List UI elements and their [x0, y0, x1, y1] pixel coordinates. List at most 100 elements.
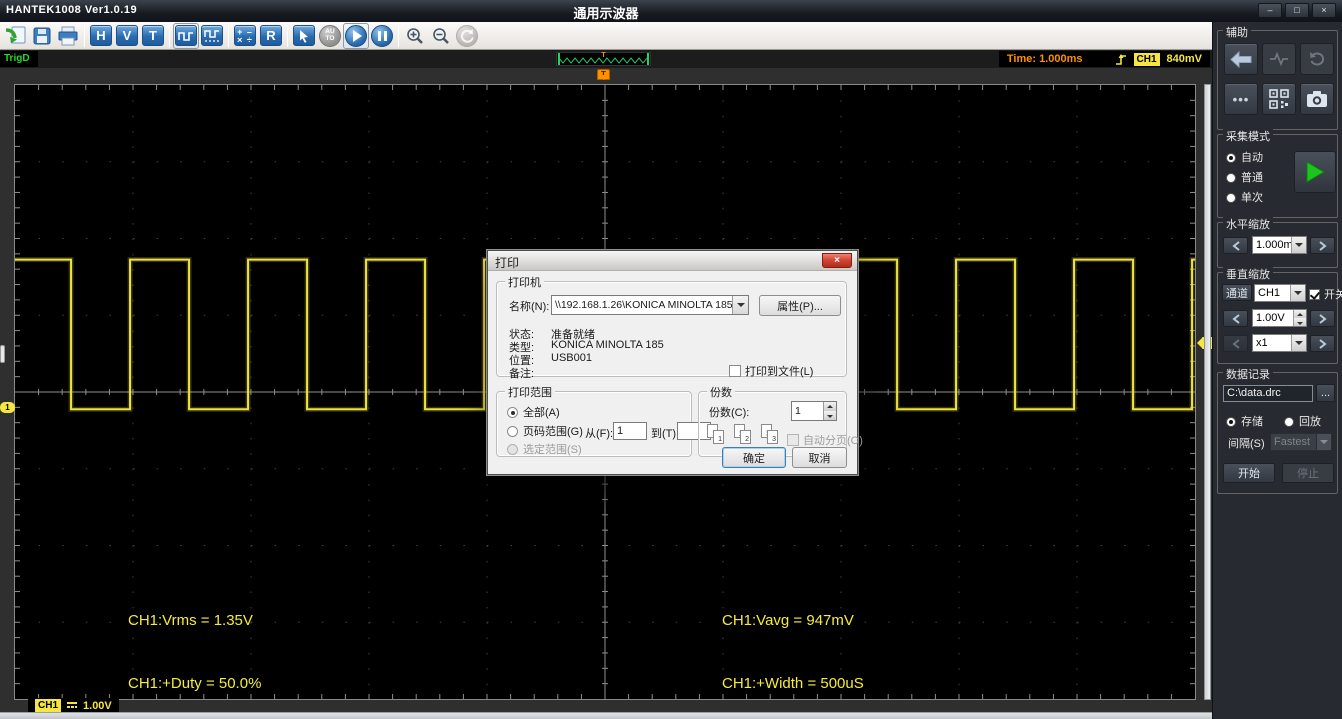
- printer-properties-button[interactable]: 属性(P)...: [759, 295, 841, 316]
- record-stop-button[interactable]: 停止: [1282, 463, 1334, 483]
- print-range-group: 打印范围 全部(A) 页码范围(G) 从(F): 1 到(T): 选定范围(S): [496, 391, 692, 457]
- zoom-in-button[interactable]: [402, 23, 428, 49]
- cursor-select-button[interactable]: [291, 23, 317, 49]
- waveform-preview[interactable]: T: [556, 52, 651, 66]
- volts-increase-button[interactable]: [1310, 310, 1335, 327]
- ok-button[interactable]: 确定: [722, 447, 786, 468]
- measurement-line: CH1:+Duty = 50.0%: [128, 673, 276, 694]
- channel1-scale-badge: CH1 1.00V: [28, 698, 119, 713]
- volts-decrease-button[interactable]: [1223, 310, 1248, 327]
- record-mode-replay-radio[interactable]: 回放: [1284, 413, 1321, 429]
- group-title: 垂直缩放: [1223, 266, 1273, 282]
- horizontal-cursor-button[interactable]: H: [88, 23, 114, 49]
- range-selection-radio[interactable]: 选定范围(S): [507, 441, 582, 457]
- collate-pages-icon: 1 1 2 2 3 3: [707, 424, 781, 448]
- volts-per-div-spinner[interactable]: 1.00V: [1252, 309, 1307, 327]
- range-from-field[interactable]: 1: [613, 422, 647, 440]
- printer-comment-label: 备注:: [509, 365, 534, 381]
- trigger-cursor-button[interactable]: T: [140, 23, 166, 49]
- copies-count-spinner[interactable]: 1: [791, 401, 837, 421]
- group-title: 辅助: [1223, 24, 1251, 40]
- timebase-label: Time: 1.000ms: [1007, 53, 1083, 65]
- group-title: 采集模式: [1223, 128, 1273, 144]
- radio-icon: [1226, 153, 1236, 163]
- radio-icon: [1284, 417, 1294, 427]
- window-controls: – □ ×: [1258, 3, 1336, 18]
- horizontal-scale-group: 水平缩放 1.000ms: [1217, 222, 1338, 268]
- undo-button[interactable]: [1300, 43, 1334, 75]
- measurement-line: CH1:Vavg = 947mV: [722, 610, 868, 631]
- probe-ratio-select[interactable]: x1: [1252, 334, 1307, 352]
- horizontal-scrollbar[interactable]: [0, 712, 1212, 719]
- timebase-select[interactable]: 1.000ms: [1252, 236, 1307, 254]
- spinner-arrows-icon: [1293, 310, 1306, 326]
- acq-mode-single-radio[interactable]: 单次: [1226, 189, 1263, 205]
- close-button[interactable]: ×: [1312, 3, 1336, 18]
- undo-icon: [1308, 51, 1326, 67]
- reference-wave-button[interactable]: R: [258, 23, 284, 49]
- back-button[interactable]: [1224, 43, 1258, 75]
- h-letter-icon: H: [90, 25, 112, 46]
- zoom-out-icon: [431, 26, 451, 46]
- pause-icon: [371, 25, 393, 47]
- qr-code-button[interactable]: [1262, 83, 1296, 115]
- probe-increase-button[interactable]: [1310, 335, 1335, 352]
- waveform-tool-button[interactable]: [1262, 43, 1296, 75]
- trigger-source-badge: CH1: [1134, 53, 1160, 66]
- auto-setup-button[interactable]: AUTO: [317, 23, 343, 49]
- channel-button[interactable]: 通道: [1222, 284, 1252, 301]
- print-to-file-checkbox[interactable]: 打印到文件(L): [729, 363, 813, 379]
- ellipsis-icon: •••: [1233, 92, 1250, 107]
- range-from-label: 从(F):: [585, 425, 613, 441]
- interval-select[interactable]: Fastest: [1270, 433, 1332, 451]
- record-mode-store-radio[interactable]: 存储: [1226, 413, 1263, 429]
- range-all-radio[interactable]: 全部(A): [507, 404, 560, 420]
- channel-switch-checkbox[interactable]: 开关: [1309, 286, 1342, 302]
- v-letter-icon: V: [116, 25, 138, 46]
- waveform-reference-button[interactable]: [199, 23, 225, 49]
- channel1-ground-marker[interactable]: 1: [0, 402, 15, 413]
- measurement-line: CH1:Vrms = 1.35V: [128, 610, 276, 631]
- cancel-button[interactable]: 取消: [792, 447, 847, 468]
- minimize-button[interactable]: –: [1258, 3, 1282, 18]
- checkbox-icon: [1309, 289, 1320, 300]
- more-options-button[interactable]: •••: [1224, 83, 1258, 115]
- chevron-left-icon: [1232, 241, 1240, 251]
- run-button[interactable]: [343, 23, 369, 49]
- collate-checkbox[interactable]: 自动分页(O): [787, 432, 863, 448]
- preview-trigger-marker: T: [601, 52, 605, 59]
- printer-name-select[interactable]: \\192.168.1.26\KONICA MINOLTA 185: [551, 295, 749, 315]
- probe-decrease-button[interactable]: [1223, 335, 1248, 352]
- channel-select[interactable]: CH1: [1254, 284, 1306, 302]
- play-icon: [1304, 160, 1326, 184]
- auxiliary-group: 辅助 •••: [1217, 30, 1338, 130]
- maximize-button[interactable]: □: [1285, 3, 1309, 18]
- pause-button[interactable]: [369, 23, 395, 49]
- dropdown-arrow-icon: [1291, 237, 1306, 253]
- left-scroll-handle[interactable]: [0, 345, 5, 363]
- print-button[interactable]: [55, 23, 81, 49]
- timebase-decrease-button[interactable]: [1223, 237, 1248, 254]
- record-start-button[interactable]: 开始: [1223, 463, 1275, 483]
- open-file-button[interactable]: [3, 23, 29, 49]
- vertical-scrollbar[interactable]: [1204, 84, 1211, 700]
- browse-button[interactable]: ...: [1316, 384, 1335, 402]
- vertical-cursor-button[interactable]: V: [114, 23, 140, 49]
- acq-mode-normal-radio[interactable]: 普通: [1226, 169, 1263, 185]
- timebase-increase-button[interactable]: [1310, 237, 1335, 254]
- save-button[interactable]: [29, 23, 55, 49]
- screenshot-button[interactable]: [1300, 83, 1334, 115]
- rising-edge-trigger-icon: [1115, 53, 1127, 66]
- math-button[interactable]: + –× ÷: [232, 23, 258, 49]
- record-path-field[interactable]: C:\data.drc: [1223, 385, 1313, 402]
- dropdown-arrow-icon: [1290, 285, 1305, 301]
- zoom-out-button[interactable]: [428, 23, 454, 49]
- acquisition-run-button[interactable]: [1294, 151, 1336, 193]
- dialog-title-bar[interactable]: 打印 ×: [488, 251, 857, 271]
- range-pages-radio[interactable]: 页码范围(G): [507, 423, 583, 439]
- radio-icon: [1226, 193, 1236, 203]
- acq-mode-auto-radio[interactable]: 自动: [1226, 149, 1263, 165]
- reset-view-button[interactable]: [454, 23, 480, 49]
- waveform-display-button[interactable]: [173, 23, 199, 49]
- dialog-close-button[interactable]: ×: [822, 253, 852, 268]
